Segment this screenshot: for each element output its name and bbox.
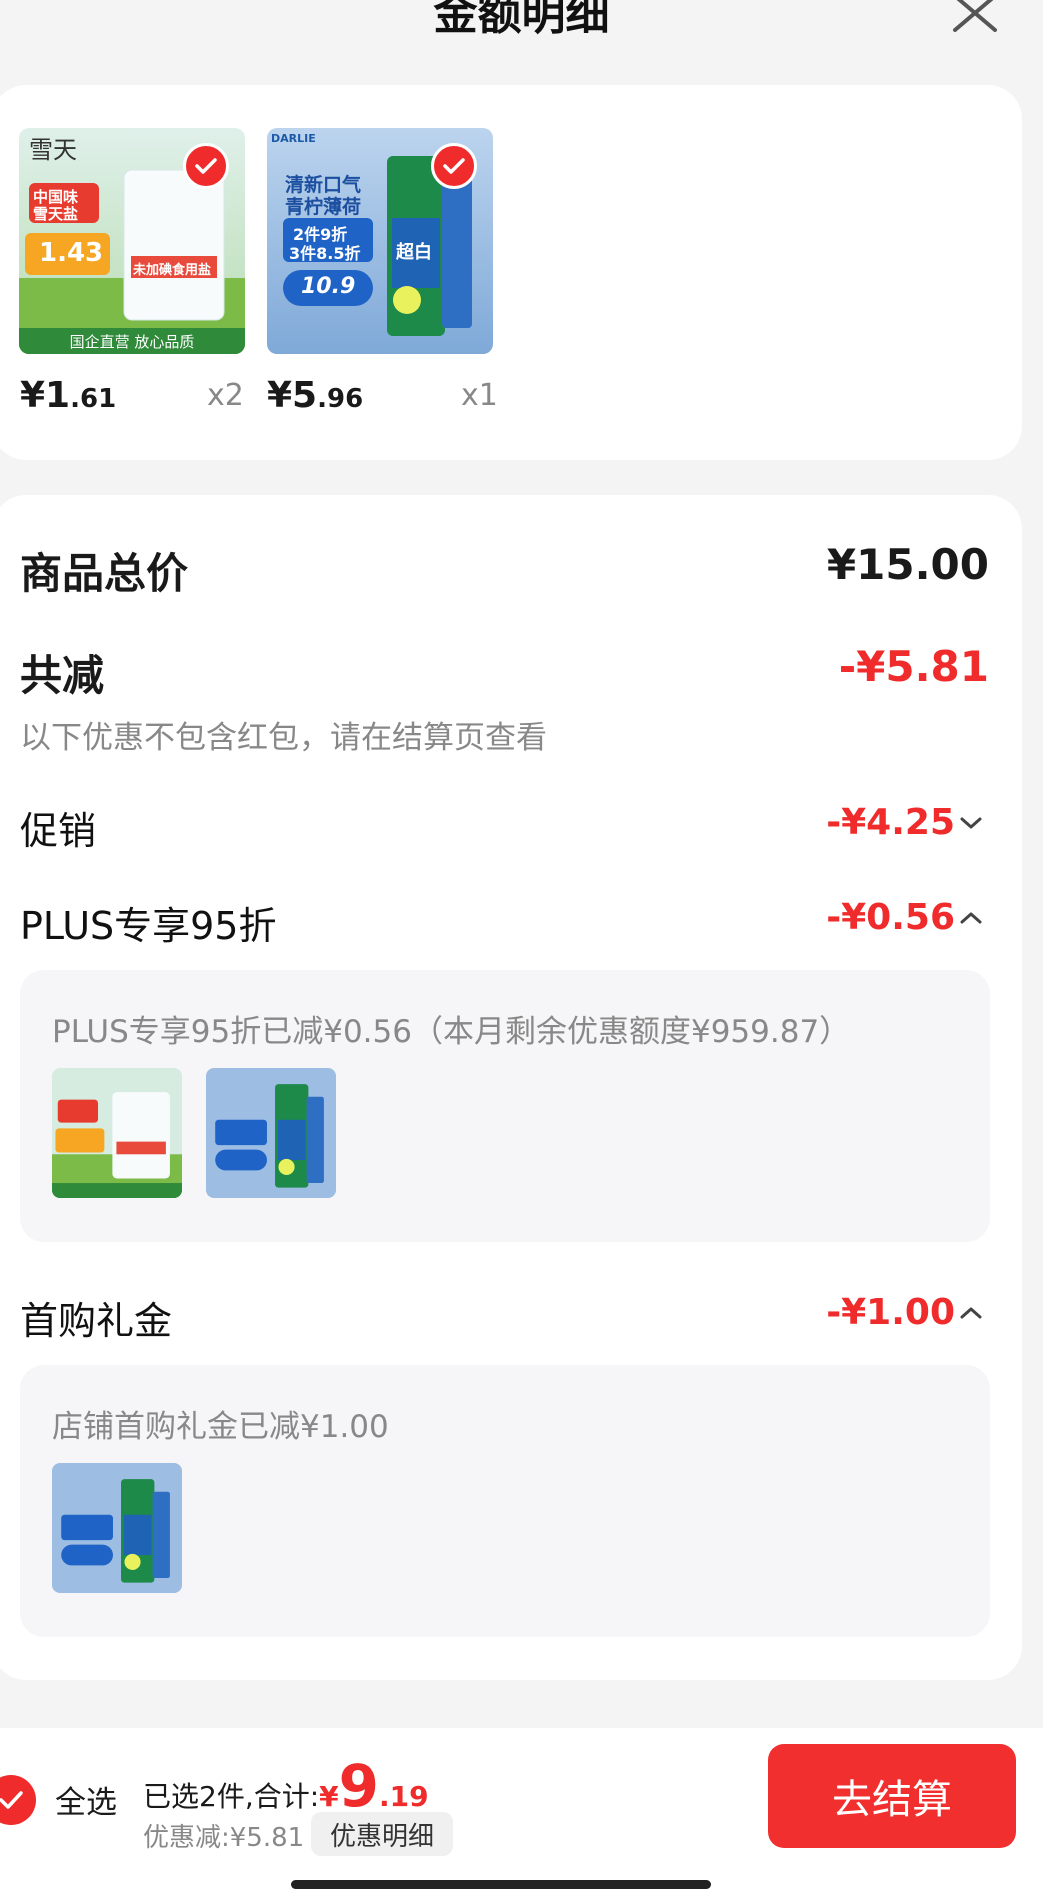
plus-value: -¥0.56: [826, 897, 955, 938]
home-indicator[interactable]: [291, 1880, 711, 1889]
chevron-up-icon: [960, 1307, 982, 1319]
first-purchase-label: 首购礼金: [20, 1299, 173, 1343]
toothpaste-line-2: 青柠薄荷: [285, 196, 362, 218]
total-price-value: ¥15.00: [826, 540, 989, 589]
salt-badge-2: 雪天盐: [33, 205, 79, 223]
total-int: 9: [338, 1752, 379, 1820]
discount-note: 以下优惠不包含红包，请在结算页查看: [20, 720, 547, 756]
product-2-qty: x1: [461, 378, 498, 413]
first-purchase-collapse-toggle[interactable]: [956, 1298, 986, 1328]
plus-detail-text: PLUS专享95折已减¥0.56（本月剩余优惠额度¥959.87）: [52, 1014, 851, 1050]
salt-brand: 雪天: [29, 136, 77, 164]
chevron-down-icon: [960, 817, 982, 829]
salt-footer: 国企直营 放心品质: [69, 333, 195, 351]
chevron-up-icon: [960, 912, 982, 924]
toothpaste-art-price: 10.9: [301, 274, 356, 299]
close-button[interactable]: [940, 0, 1010, 54]
toothpaste-image: [206, 1068, 336, 1198]
toothpaste-brand: DARLIE: [271, 132, 316, 145]
check-icon: [443, 158, 465, 174]
first-purchase-value: -¥1.00: [826, 1292, 955, 1333]
checkout-button[interactable]: 去结算: [768, 1744, 1016, 1848]
product-2-checkbox[interactable]: [431, 143, 477, 189]
select-all-label[interactable]: 全选: [55, 1777, 117, 1822]
toothpaste-deal-2: 3件8.5折: [289, 244, 361, 263]
plus-collapse-toggle[interactable]: [956, 903, 986, 933]
discount-summary: 优惠减:¥5.81: [143, 1823, 305, 1853]
product-2-price: ¥5.96: [267, 375, 364, 416]
page-title: 金额明细: [433, 0, 610, 40]
product-1-price: ¥1.61: [20, 375, 117, 416]
check-icon: [195, 158, 217, 174]
product-1-qty: x2: [207, 378, 244, 413]
salt-art-price: 1.43: [39, 238, 104, 268]
salt-label: 未加碘食用盐: [133, 263, 212, 278]
plus-label: PLUS专享95折: [20, 904, 277, 948]
discount-detail-button[interactable]: 优惠明细: [311, 1812, 453, 1856]
total-price-label: 商品总价: [20, 549, 189, 598]
first-purchase-detail-panel: 店铺首购礼金已减¥1.00: [20, 1365, 990, 1637]
total-reduce-value: -¥5.81: [838, 642, 989, 691]
selected-summary: 已选2件,合计:¥9.19: [143, 1752, 429, 1820]
toothpaste-tube-label: 超白: [396, 242, 432, 263]
check-icon: [0, 1791, 23, 1809]
total-currency: ¥: [319, 1780, 339, 1813]
promo-value: -¥4.25: [826, 802, 955, 843]
first-purchase-detail-text: 店铺首购礼金已减¥1.00: [52, 1409, 389, 1445]
promo-label: 促销: [20, 809, 97, 853]
salt-image: [52, 1068, 182, 1198]
close-icon: [953, 0, 997, 32]
total-dec: .19: [379, 1780, 429, 1813]
plus-detail-panel: PLUS专享95折已减¥0.56（本月剩余优惠额度¥959.87）: [20, 970, 990, 1242]
product-1-checkbox[interactable]: [183, 143, 229, 189]
first-purchase-item-toothpaste-thumb[interactable]: [52, 1463, 182, 1593]
total-reduce-label: 共减: [20, 651, 105, 700]
toothpaste-image: [52, 1463, 182, 1593]
promo-expand-toggle[interactable]: [956, 808, 986, 838]
plus-item-salt-thumb[interactable]: [52, 1068, 182, 1198]
plus-item-toothpaste-thumb[interactable]: [206, 1068, 336, 1198]
selected-count-text: 已选2件,合计:: [143, 1780, 320, 1813]
